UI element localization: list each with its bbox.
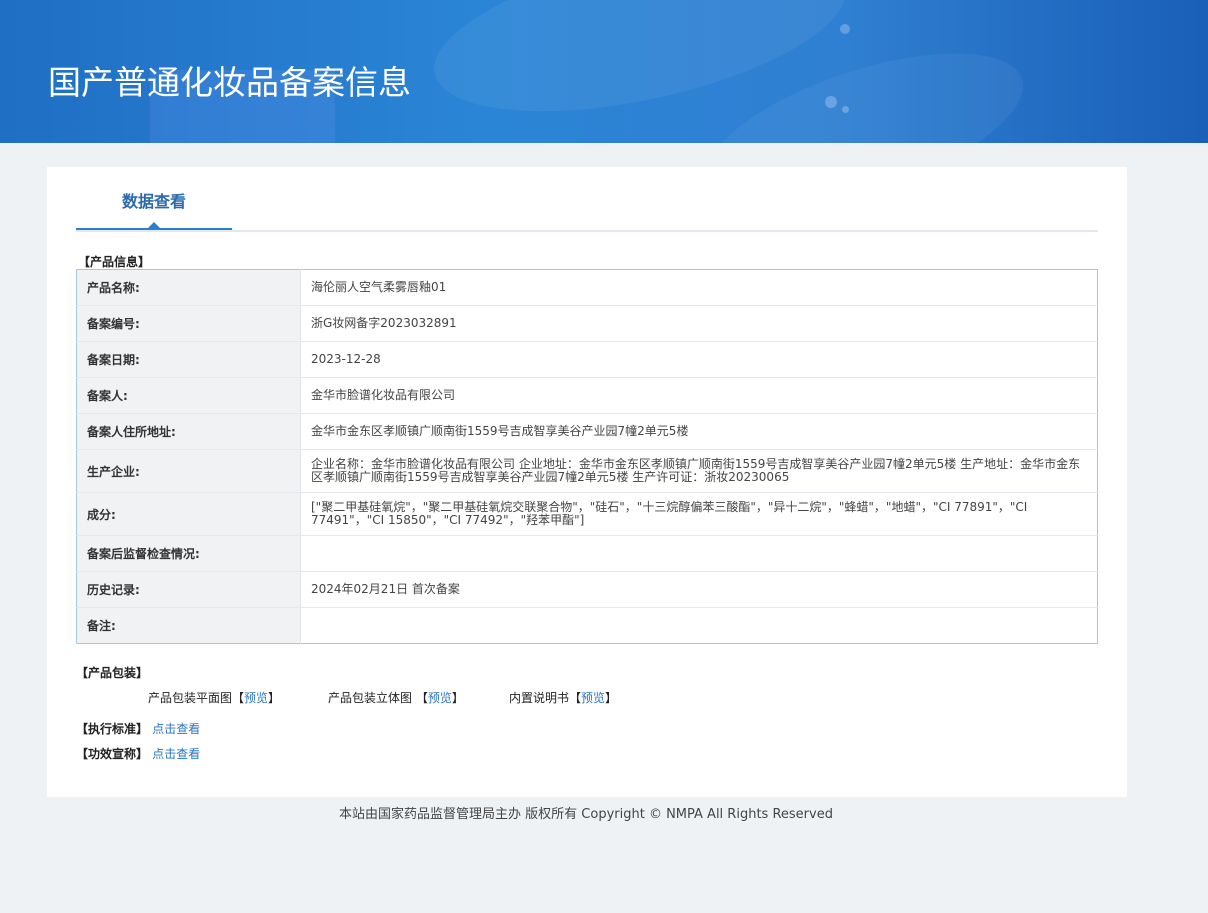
header-banner: 国产普通化妆品备案信息 [0,0,1208,143]
tab-label: 数据查看 [121,192,186,211]
page-title: 国产普通化妆品备案信息 [48,63,411,102]
preview-link-3d[interactable]: 预览 [428,691,452,705]
table-row: 生产企业: 企业名称：金华市脸谱化妆品有限公司 企业地址：金华市金东区孝顺镇广顺… [76,449,1098,493]
row-label-filer-address: 备案人住所地址: [76,413,301,450]
row-value-remarks [301,608,1098,644]
row-value-filer-address: 金华市金东区孝顺镇广顺南街1559号吉成智享美谷产业园7幢2单元5楼 [300,413,1098,450]
row-label-filer: 备案人: [76,377,301,414]
efficacy-row: 【功效宣称】 点击查看 [76,745,200,762]
preview-link-flat[interactable]: 预览 [244,691,268,705]
row-label-inspection: 备案后监督检查情况: [76,535,301,572]
banner-dot [842,106,849,113]
row-value-history: 2024年02月21日 首次备案 [300,571,1098,608]
row-label-filing-date: 备案日期: [76,341,301,378]
packaging-item-flat: 产品包装平面图【预览】 [148,689,280,706]
product-info-section-label: 【产品信息】 [78,255,151,269]
tab-bar: 数据查看 [76,167,1098,232]
row-label-remarks: 备注: [76,607,301,644]
tab-active-caret-icon [148,222,160,228]
row-label-product-name: 产品名称: [76,269,301,306]
table-row: 备注: [76,607,1098,644]
bracket: 】 [451,691,464,705]
packaging-item-label: 内置说明书 [509,691,570,705]
table-row: 备案后监督检查情况: [76,535,1098,572]
bracket: 【 [569,691,582,705]
row-label-manufacturer: 生产企业: [76,449,301,493]
row-value-filing-number: 浙G妆网备字2023032891 [300,305,1098,342]
table-row: 备案人住所地址: 金华市金东区孝顺镇广顺南街1559号吉成智享美谷产业园7幢2单… [76,413,1098,450]
row-value-filer: 金华市脸谱化妆品有限公司 [300,377,1098,414]
table-row: 历史记录: 2024年02月21日 首次备案 [76,571,1098,608]
efficacy-view-link[interactable]: 点击查看 [152,747,200,761]
packaging-item-3d: 产品包装立体图 【预览】 [328,689,464,706]
row-value-inspection [300,535,1098,572]
row-label-filing-number: 备案编号: [76,305,301,342]
packaging-item-manual: 内置说明书【预览】 [509,689,617,706]
bracket: 】 [605,691,618,705]
bracket: 【 [415,691,428,705]
footer: 本站由国家药品监督管理局主办 版权所有 Copyright © NMPA All… [339,807,833,822]
tab-data-view[interactable]: 数据查看 [76,167,232,230]
standard-row: 【执行标准】 点击查看 [76,720,200,737]
standard-label: 【执行标准】 [76,722,149,736]
bracket: 【 [232,691,245,705]
standard-view-link[interactable]: 点击查看 [152,722,200,736]
content-card: 数据查看 【产品信息】 产品名称: 海伦丽人空气柔雾唇釉01 备案编号: 浙G妆… [47,167,1127,797]
row-label-history: 历史记录: [76,571,301,608]
packaging-item-label: 产品包装平面图 [148,691,233,705]
table-row: 备案人: 金华市脸谱化妆品有限公司 [76,377,1098,414]
bracket: 】 [268,691,281,705]
packaging-item-label: 产品包装立体图 [328,691,416,705]
product-info-table: 产品名称: 海伦丽人空气柔雾唇釉01 备案编号: 浙G妆网备字202303289… [76,269,1098,644]
table-row: 产品名称: 海伦丽人空气柔雾唇釉01 [76,269,1098,306]
row-value-manufacturer: 企业名称：金华市脸谱化妆品有限公司 企业地址：金华市金东区孝顺镇广顺南街1559… [300,449,1098,493]
table-row: 备案日期: 2023-12-28 [76,341,1098,378]
packaging-section-label: 【产品包装】 [76,666,149,680]
table-row: 成分: ["聚二甲基硅氧烷"，"聚二甲基硅氧烷交联聚合物"，"硅石"，"十三烷醇… [76,492,1098,536]
banner-dot [840,24,850,34]
table-row: 备案编号: 浙G妆网备字2023032891 [76,305,1098,342]
preview-link-manual[interactable]: 预览 [581,691,605,705]
row-value-product-name: 海伦丽人空气柔雾唇釉01 [300,269,1098,306]
efficacy-label: 【功效宣称】 [76,747,149,761]
banner-dot [825,96,837,108]
row-label-ingredients: 成分: [76,492,301,536]
row-value-filing-date: 2023-12-28 [300,341,1098,378]
row-value-ingredients: ["聚二甲基硅氧烷"，"聚二甲基硅氧烷交联聚合物"，"硅石"，"十三烷醇偏苯三酸… [300,492,1098,536]
